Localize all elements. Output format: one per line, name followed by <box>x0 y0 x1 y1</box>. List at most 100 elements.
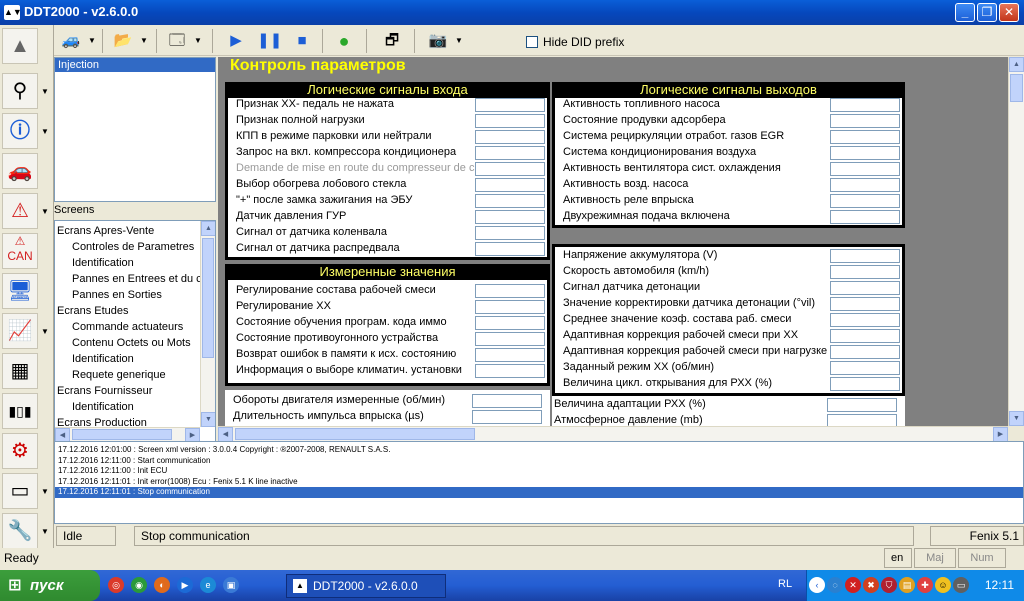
scroll-thumb[interactable] <box>235 428 475 440</box>
binoculars-icon[interactable]: ⚲ <box>2 73 38 109</box>
camera-icon[interactable]: 📷 <box>424 29 452 53</box>
ecu-chip-icon[interactable]: ⚙ <box>2 433 38 469</box>
parameter-value-field <box>475 348 545 362</box>
scroll-thumb[interactable] <box>72 429 172 440</box>
tree-item[interactable]: Commande actuateurs <box>72 320 183 335</box>
barcode-icon[interactable]: ▮▯▮ <box>2 393 38 429</box>
tree-group[interactable]: Ecrans Apres-Vente <box>57 224 154 239</box>
log-line[interactable]: 17.12.2016 12:11:01 : Stop communication <box>55 487 1023 498</box>
vehicle-icon[interactable]: 🚗 <box>2 153 38 189</box>
taskbar-item-ddt2000[interactable]: ▲ DDT2000 - v2.6.0.0 <box>286 574 446 598</box>
open-folder-icon[interactable]: 📂 <box>109 29 137 53</box>
app-icon: ▲ <box>293 579 307 593</box>
ecu-list[interactable]: Injection <box>54 57 216 202</box>
chevron-down-icon[interactable]: ▼ <box>40 85 50 99</box>
firefox-icon[interactable]: ◐ <box>154 577 170 593</box>
chevron-down-icon[interactable]: ▼ <box>87 29 97 53</box>
info-icon[interactable]: ⓘ <box>2 113 38 149</box>
chrome-icon[interactable]: ◎ <box>108 577 124 593</box>
scroll-up-icon[interactable]: ▲ <box>201 221 215 236</box>
log-line[interactable]: 17.12.2016 12:01:00 : Screen xml version… <box>58 445 390 456</box>
maximize-button[interactable]: ❐ <box>977 3 997 22</box>
chevron-down-icon[interactable]: ▼ <box>40 125 50 139</box>
scroll-thumb[interactable] <box>202 238 214 358</box>
log-line[interactable]: 17.12.2016 12:11:00 : Start communicatio… <box>58 456 210 467</box>
play-icon[interactable]: ▶ <box>224 29 248 53</box>
chart-icon[interactable]: 📈 <box>2 313 38 349</box>
browser-icon[interactable]: ◉ <box>131 577 147 593</box>
vehicle-select-icon[interactable]: 🚙 <box>57 29 85 53</box>
tree-item[interactable]: Identification <box>72 256 134 271</box>
scroll-up-icon[interactable]: ▲ <box>1009 57 1024 72</box>
main-vertical-scrollbar[interactable]: ▲ ▼ <box>1008 57 1024 426</box>
minimize-button[interactable]: _ <box>955 3 975 22</box>
chevron-down-icon[interactable]: ▼ <box>40 205 50 219</box>
chevron-down-icon[interactable]: ▼ <box>40 485 50 499</box>
chevron-down-icon[interactable]: ▼ <box>139 29 149 53</box>
scroll-left-icon[interactable]: ◀ <box>218 427 233 442</box>
scroll-thumb[interactable] <box>1010 74 1023 102</box>
ie-icon[interactable]: e <box>200 577 216 593</box>
log-line[interactable]: 17.12.2016 12:11:01 : Init error(1008) E… <box>58 477 298 488</box>
chevron-down-icon[interactable]: ▼ <box>193 29 203 53</box>
start-button[interactable]: ⊞ пуск <box>0 570 100 601</box>
tree-horizontal-scrollbar[interactable]: ◀ ▶ <box>55 427 200 441</box>
parameter-value-field <box>830 345 900 359</box>
tools-icon[interactable]: 🔧 <box>2 513 38 549</box>
tree-item[interactable]: Requete generique <box>72 368 166 383</box>
tree-item[interactable]: Pannes en Sorties <box>72 288 162 303</box>
parameter-label: Адаптивная коррекция рабочей смеси при Х… <box>563 329 799 341</box>
pause-icon[interactable]: ❚❚ <box>257 29 282 53</box>
tree-group[interactable]: Ecrans Etudes <box>57 304 129 319</box>
tree-item[interactable]: Pannes en Entrees et du c <box>72 272 202 287</box>
screens-tree[interactable]: Ecrans Apres-Vente Controles de Parametre… <box>54 220 216 442</box>
scroll-right-icon[interactable]: ▶ <box>993 427 1008 442</box>
warning-icon[interactable]: ⚠ <box>2 193 38 229</box>
main-horizontal-scrollbar[interactable]: ◀ ▶ <box>218 426 1008 442</box>
memory-chip-icon[interactable]: ▭ <box>2 473 38 509</box>
shield-icon[interactable]: ⛉ <box>881 577 897 593</box>
app-icon[interactable]: ▲▼ <box>4 5 22 20</box>
dashboard-icon[interactable]: ▦ <box>2 353 38 389</box>
tree-vertical-scrollbar[interactable]: ▲ ▼ <box>200 221 215 427</box>
window-folder-icon[interactable]: 🗔 <box>163 29 191 53</box>
close-button[interactable]: ✕ <box>999 3 1019 22</box>
log-panel[interactable]: 17.12.2016 12:01:00 : Screen xml version… <box>54 441 1024 524</box>
monitor-icon[interactable]: 🖥 <box>2 273 38 309</box>
input-lang-indicator[interactable]: RL <box>778 578 792 590</box>
scroll-left-icon[interactable]: ◀ <box>55 428 70 441</box>
scroll-down-icon[interactable]: ▼ <box>1009 411 1024 426</box>
app-shortcut-icon[interactable]: ▣ <box>223 577 239 593</box>
tree-item[interactable]: Controles de Parametres <box>72 240 194 255</box>
chevron-down-icon[interactable]: ▼ <box>40 325 50 339</box>
chevron-down-icon[interactable]: ▼ <box>454 29 464 53</box>
update-icon[interactable]: ✚ <box>917 577 933 593</box>
tree-item[interactable]: Identification <box>72 400 134 415</box>
stop-icon[interactable]: ■ <box>290 29 314 53</box>
tree-item[interactable]: Contenu Octets ou Mots <box>72 336 191 351</box>
tree-item[interactable]: Identification <box>72 352 134 367</box>
can-warning-icon[interactable]: ⚠ CAN <box>2 233 38 269</box>
hide-did-checkbox[interactable] <box>526 36 538 48</box>
folder-tray-icon[interactable]: ▤ <box>899 577 915 593</box>
network-icon[interactable]: ◌ <box>827 577 843 593</box>
window-icon[interactable]: 🗗 <box>380 29 404 53</box>
smiley-icon[interactable]: ☺ <box>935 577 951 593</box>
hide-did-label[interactable]: Hide DID prefix <box>543 35 624 49</box>
display-icon[interactable]: ▭ <box>953 577 969 593</box>
record-icon[interactable]: ● <box>332 29 356 53</box>
security-icon[interactable]: ✖ <box>863 577 879 593</box>
parameter-value-field <box>830 313 900 327</box>
ecu-list-item[interactable]: Injection <box>55 58 215 72</box>
scroll-down-icon[interactable]: ▼ <box>201 412 215 427</box>
clock[interactable]: 12:11 <box>985 578 1014 592</box>
chevron-down-icon[interactable]: ▼ <box>40 525 50 539</box>
ddt-logo-icon[interactable]: ▲ <box>2 28 38 64</box>
tree-group[interactable]: Ecrans Fournisseur <box>57 384 152 399</box>
parameter-label: Запрос на вкл. компрессора кондиционера <box>236 146 457 158</box>
tray-expand-icon[interactable]: ‹ <box>809 577 825 593</box>
antivirus-icon[interactable]: ✕ <box>845 577 861 593</box>
scroll-right-icon[interactable]: ▶ <box>185 428 200 441</box>
log-line[interactable]: 17.12.2016 12:11:00 : Init ECU <box>58 466 167 477</box>
media-player-icon[interactable]: ▶ <box>177 577 193 593</box>
